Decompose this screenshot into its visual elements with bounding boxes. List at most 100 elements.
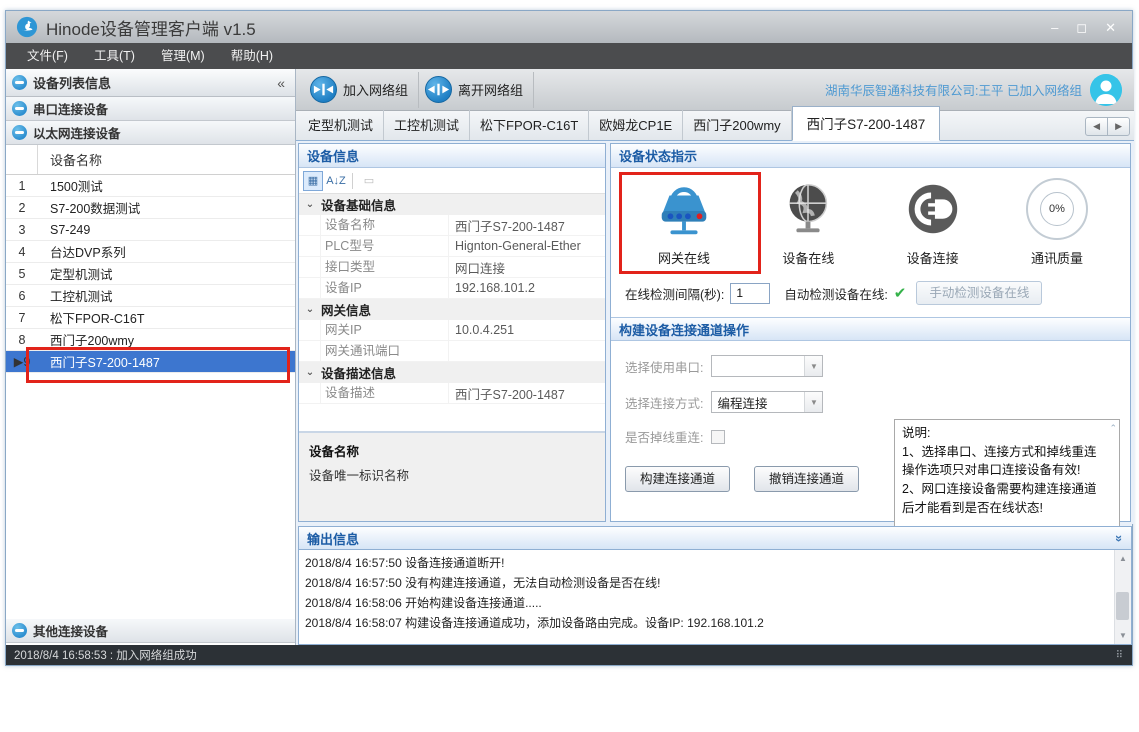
property-category[interactable]: ⌄设备基础信息 [299, 194, 605, 215]
selected-property-description: 设备唯一标识名称 [309, 465, 595, 484]
tab-西门子S7-200-1487[interactable]: 西门子S7-200-1487 [792, 106, 941, 141]
resize-grip-icon[interactable]: ⠿ [1116, 650, 1124, 661]
device-tab-strip: 定型机测试工控机测试松下FPOR-C16T欧姆龙CP1E西门子200wmy西门子… [296, 111, 1134, 141]
log-line: 2018/8/4 16:58:07 构建设备连接通道成功，添加设备路由完成。设备… [305, 613, 1125, 633]
tab-定型机测试[interactable]: 定型机测试 [298, 110, 384, 140]
tab-欧姆龙CP1E[interactable]: 欧姆龙CP1E [589, 110, 683, 140]
device-row-name: 西门子200wmy [38, 330, 134, 349]
user-avatar[interactable] [1090, 74, 1122, 106]
status-indicator-row: 网关在线 设备在线 [611, 168, 1130, 267]
scrollbar-thumb[interactable] [1116, 592, 1129, 620]
reconnect-checkbox[interactable] [711, 430, 725, 444]
output-header: 输出信息 » [298, 526, 1132, 550]
device-status-panel: 设备状态指示 网关在线 [610, 143, 1131, 522]
property-value: 192.168.101.2 [449, 281, 605, 295]
device-connect-label: 设备连接 [907, 248, 959, 267]
right-area: 加入网络组 离开网络组 湖南华辰智通科技有限公司:王平 已加入网络组 定型机测试… [296, 69, 1134, 647]
property-row[interactable]: PLC型号Hignton-General-Ether [299, 236, 605, 257]
device-row[interactable]: 6工控机测试 [6, 285, 295, 307]
serial-dropdown-arrow-icon: ▼ [804, 356, 822, 376]
revoke-channel-button[interactable]: 撤销连接通道 [754, 466, 859, 492]
property-grid-toolbar: ▦ A↓Z ▭ [299, 168, 605, 194]
property-value: 西门子S7-200-1487 [449, 384, 605, 403]
menu-item-3[interactable]: 帮助(H) [218, 43, 286, 69]
leave-network-button[interactable]: 离开网络组 [419, 72, 534, 108]
tab-工控机测试[interactable]: 工控机测试 [384, 110, 470, 140]
scroll-down-icon[interactable]: ▼ [1119, 627, 1127, 644]
device-list: 11500测试2S7-200数据测试3S7-2494台达DVP系列5定型机测试6… [6, 175, 295, 373]
main-region: 设备列表信息 « 串口连接设备 以太网连接设备 设备名称 11500测试2S7-… [6, 69, 1134, 647]
interval-input[interactable] [730, 283, 770, 304]
property-row[interactable]: 网关IP10.0.4.251 [299, 320, 605, 341]
property-value: 10.0.4.251 [449, 323, 605, 337]
note-scroll-up-icon[interactable]: ⌃ [1109, 422, 1117, 435]
interval-label: 在线检测间隔(秒): [625, 284, 724, 303]
property-row[interactable]: 设备描述西门子S7-200-1487 [299, 383, 605, 404]
menu-item-0[interactable]: 文件(F) [14, 43, 81, 69]
property-row[interactable]: 网关通讯端口 [299, 341, 605, 362]
device-status-header: 设备状态指示 [611, 144, 1130, 168]
auto-detect-checkbox[interactable]: ✔ [894, 286, 907, 301]
property-label: 设备IP [321, 278, 449, 298]
property-category-label: 设备描述信息 [321, 363, 396, 382]
device-row[interactable]: 2S7-200数据测试 [6, 197, 295, 219]
serial-devices-group[interactable]: 串口连接设备 [6, 97, 295, 121]
scroll-up-icon[interactable]: ▲ [1119, 550, 1127, 567]
menu-item-1[interactable]: 工具(T) [81, 43, 148, 69]
property-value: Hignton-General-Ether [449, 239, 605, 253]
property-row[interactable]: 设备名称西门子S7-200-1487 [299, 215, 605, 236]
device-online-label: 设备在线 [782, 248, 834, 267]
tab-松下FPOR-C16T[interactable]: 松下FPOR-C16T [470, 110, 589, 140]
ethernet-devices-group[interactable]: 以太网连接设备 [6, 121, 295, 145]
property-category[interactable]: ⌄设备描述信息 [299, 362, 605, 383]
tab-西门子200wmy[interactable]: 西门子200wmy [683, 110, 791, 140]
device-table: 设备名称 11500测试2S7-200数据测试3S7-2494台达DVP系列5定… [6, 145, 295, 615]
property-label: 网关IP [321, 320, 449, 340]
join-network-icon [310, 76, 337, 103]
serial-port-select[interactable]: ▼ [711, 355, 823, 377]
build-channel-button[interactable]: 构建连接通道 [625, 466, 730, 492]
tab-scroll-right-button[interactable]: ▶ [1108, 118, 1129, 135]
minimize-button[interactable]: – [1051, 21, 1058, 34]
device-row-name: 工控机测试 [38, 286, 113, 305]
property-value: 西门子S7-200-1487 [449, 216, 605, 235]
output-collapse-icon[interactable]: » [1112, 534, 1127, 541]
sidebar-collapse-button[interactable]: « [273, 75, 289, 91]
alphabetical-sort-icon[interactable]: A↓Z [326, 171, 346, 191]
app-logo-icon [16, 16, 38, 38]
property-category[interactable]: ⌄网关信息 [299, 299, 605, 320]
property-row[interactable]: 接口类型网口连接 [299, 257, 605, 278]
device-row[interactable]: 4台达DVP系列 [6, 241, 295, 263]
device-row-index: 4 [6, 245, 38, 259]
chevron-down-icon: ⌄ [299, 199, 321, 210]
manual-detect-button[interactable]: 手动检测设备在线 [916, 281, 1042, 305]
menu-item-2[interactable]: 管理(M) [148, 43, 218, 69]
device-row[interactable]: 8西门子200wmy [6, 329, 295, 351]
reconnect-label: 是否掉线重连: [625, 427, 703, 446]
maximize-button[interactable]: ◻ [1076, 21, 1087, 34]
property-label: 设备名称 [321, 215, 449, 235]
connect-mode-select[interactable]: 编程连接 ▼ [711, 391, 823, 413]
selected-property-name: 设备名称 [309, 441, 595, 460]
device-row[interactable]: 7松下FPOR-C16T [6, 307, 295, 329]
window-title: Hinode设备管理客户端 v1.5 [46, 15, 256, 40]
join-network-button[interactable]: 加入网络组 [304, 72, 419, 108]
comm-quality-label: 通讯质量 [1031, 248, 1083, 267]
close-button[interactable]: ✕ [1105, 21, 1116, 34]
other-devices-group[interactable]: 其他连接设备 [6, 619, 295, 643]
account-status-text: 湖南华辰智通科技有限公司:王平 已加入网络组 [825, 80, 1082, 99]
device-row[interactable]: ▶9西门子S7-200-1487 [6, 351, 295, 373]
device-row[interactable]: 5定型机测试 [6, 263, 295, 285]
categorized-view-icon[interactable]: ▦ [303, 171, 323, 191]
serial-group-icon [12, 101, 27, 116]
online-check-row: 在线检测间隔(秒): 自动检测设备在线: ✔ 手动检测设备在线 [611, 267, 1130, 305]
tab-scroll-left-button[interactable]: ◀ [1086, 118, 1108, 135]
mode-dropdown-arrow-icon: ▼ [804, 392, 822, 412]
device-list-icon [12, 75, 27, 90]
device-row[interactable]: 3S7-249 [6, 219, 295, 241]
gateway-online-label: 网关在线 [658, 248, 710, 267]
property-row[interactable]: 设备IP192.168.101.2 [299, 278, 605, 299]
device-row-name: S7-249 [38, 223, 90, 237]
device-row[interactable]: 11500测试 [6, 175, 295, 197]
device-connect-indicator: 设备连接 [874, 178, 992, 267]
